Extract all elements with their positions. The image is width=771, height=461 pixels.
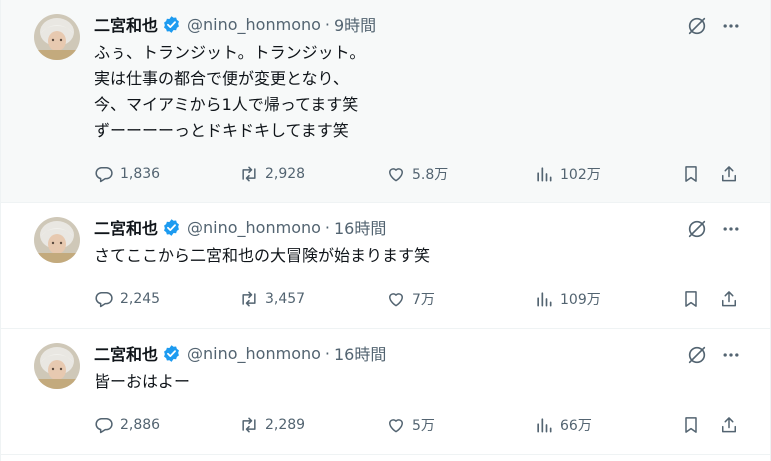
timeline: 二宮和也 @nino_honmono · 9時間 ふぅ、トランジット。トランジッ… [0, 0, 771, 461]
more-icon[interactable] [721, 345, 741, 365]
tweet-text-line: さてここから二宮和也の大冒険が始まります笑 [94, 246, 431, 265]
tweet-text-line: ふぅ、トランジット。トランジット。 [94, 43, 366, 62]
retweet-count: 2,289 [265, 417, 306, 433]
reply-count: 2,886 [120, 417, 161, 433]
tweet-text: さてここから二宮和也の大冒険が始まります笑 [94, 243, 734, 269]
retweet-icon [242, 417, 256, 433]
separator-dot: · [324, 217, 330, 237]
share-icon [722, 166, 736, 182]
share-icon [722, 291, 736, 307]
views-button[interactable]: 66万 [534, 413, 592, 437]
tweet[interactable]: 二宮和也 @nino_honmono · 16時間 さてここから二宮和也の大冒険… [1, 203, 770, 329]
like-count: 5.8万 [412, 167, 449, 183]
more-icon[interactable] [721, 219, 741, 239]
share-button[interactable] [719, 413, 739, 437]
bookmark-button[interactable] [681, 162, 701, 186]
separator-dot: · [324, 343, 330, 363]
author-name[interactable]: 二宮和也 [94, 341, 158, 365]
author-handle[interactable]: @nino_honmono [187, 218, 321, 237]
bookmark-button[interactable] [681, 287, 701, 311]
views-button[interactable]: 109万 [534, 287, 601, 311]
like-button[interactable]: 5万 [386, 413, 435, 437]
share-icon [722, 417, 736, 433]
reply-icon [95, 292, 113, 308]
bookmark-icon [685, 417, 697, 433]
tweet-text: 皆ーおはよー [94, 369, 734, 395]
verified-badge-icon [162, 218, 181, 237]
tweet-text: ふぅ、トランジット。トランジット。 実は仕事の都合で便が変更となり、 今、マイア… [94, 40, 734, 144]
separator-dot: · [324, 14, 330, 34]
tweet-header: 二宮和也 @nino_honmono · 16時間 [94, 341, 386, 365]
timestamp[interactable]: 16時間 [334, 215, 386, 239]
reply-count: 1,836 [120, 166, 161, 182]
grok-icon[interactable] [686, 344, 708, 366]
tweet[interactable]: 二宮和也 @nino_honmono · 9時間 ふぅ、トランジット。トランジッ… [1, 0, 770, 203]
retweet-count: 3,457 [265, 291, 306, 307]
action-bar: 2,245 3,457 7万 109万 [94, 287, 742, 311]
timestamp[interactable]: 16時間 [334, 341, 386, 365]
reply-button[interactable]: 2,886 [94, 413, 160, 437]
like-button[interactable]: 5.8万 [386, 162, 448, 186]
reply-button[interactable]: 2,245 [94, 287, 160, 311]
avatar[interactable] [34, 343, 80, 389]
share-button[interactable] [719, 287, 739, 311]
reply-icon [95, 167, 113, 183]
views-count: 66万 [560, 418, 592, 434]
views-count: 109万 [560, 292, 601, 308]
tweet-header: 二宮和也 @nino_honmono · 9時間 [94, 12, 376, 36]
retweet-icon [242, 166, 256, 182]
more-icon[interactable] [721, 16, 741, 36]
tweet[interactable]: 二宮和也 @nino_honmono · 16時間 皆ーおはよー 2,886 2… [1, 329, 770, 455]
author-handle[interactable]: @nino_honmono [187, 15, 321, 34]
retweet-button[interactable]: 2,928 [239, 162, 305, 186]
views-icon [537, 418, 552, 433]
views-icon [537, 292, 552, 307]
tweet-header: 二宮和也 @nino_honmono · 16時間 [94, 215, 386, 239]
views-icon [537, 167, 552, 182]
heart-icon [389, 293, 403, 307]
bookmark-icon [685, 166, 697, 182]
grok-icon[interactable] [686, 15, 708, 37]
tweet-text-line: 皆ーおはよー [94, 372, 191, 391]
retweet-button[interactable]: 3,457 [239, 287, 305, 311]
views-count: 102万 [560, 167, 601, 183]
bookmark-button[interactable] [681, 413, 701, 437]
tweet-text-line: ずーーーーっとドキドキしてます笑 [94, 121, 349, 140]
tweet-text-line: 今、マイアミから1人で帰ってます笑 [94, 95, 359, 114]
author-handle[interactable]: @nino_honmono [187, 344, 321, 363]
verified-badge-icon [162, 15, 181, 34]
views-button[interactable]: 102万 [534, 162, 601, 186]
bookmark-icon [685, 291, 697, 307]
heart-icon [389, 419, 403, 433]
like-count: 5万 [412, 418, 435, 434]
action-bar: 1,836 2,928 5.8万 102万 [94, 162, 742, 186]
reply-count: 2,245 [120, 291, 161, 307]
reply-icon [95, 418, 113, 434]
author-name[interactable]: 二宮和也 [94, 12, 158, 36]
tweet-text-line: 実は仕事の都合で便が変更となり、 [94, 69, 349, 88]
retweet-button[interactable]: 2,289 [239, 413, 305, 437]
grok-icon[interactable] [686, 218, 708, 240]
verified-badge-icon [162, 344, 181, 363]
avatar[interactable] [34, 217, 80, 263]
timestamp[interactable]: 9時間 [334, 12, 376, 36]
retweet-count: 2,928 [265, 166, 306, 182]
heart-icon [389, 168, 403, 182]
like-button[interactable]: 7万 [386, 287, 435, 311]
author-name[interactable]: 二宮和也 [94, 215, 158, 239]
like-count: 7万 [412, 292, 435, 308]
action-bar: 2,886 2,289 5万 66万 [94, 413, 742, 437]
reply-button[interactable]: 1,836 [94, 162, 160, 186]
retweet-icon [242, 291, 256, 307]
avatar[interactable] [34, 14, 80, 60]
share-button[interactable] [719, 162, 739, 186]
